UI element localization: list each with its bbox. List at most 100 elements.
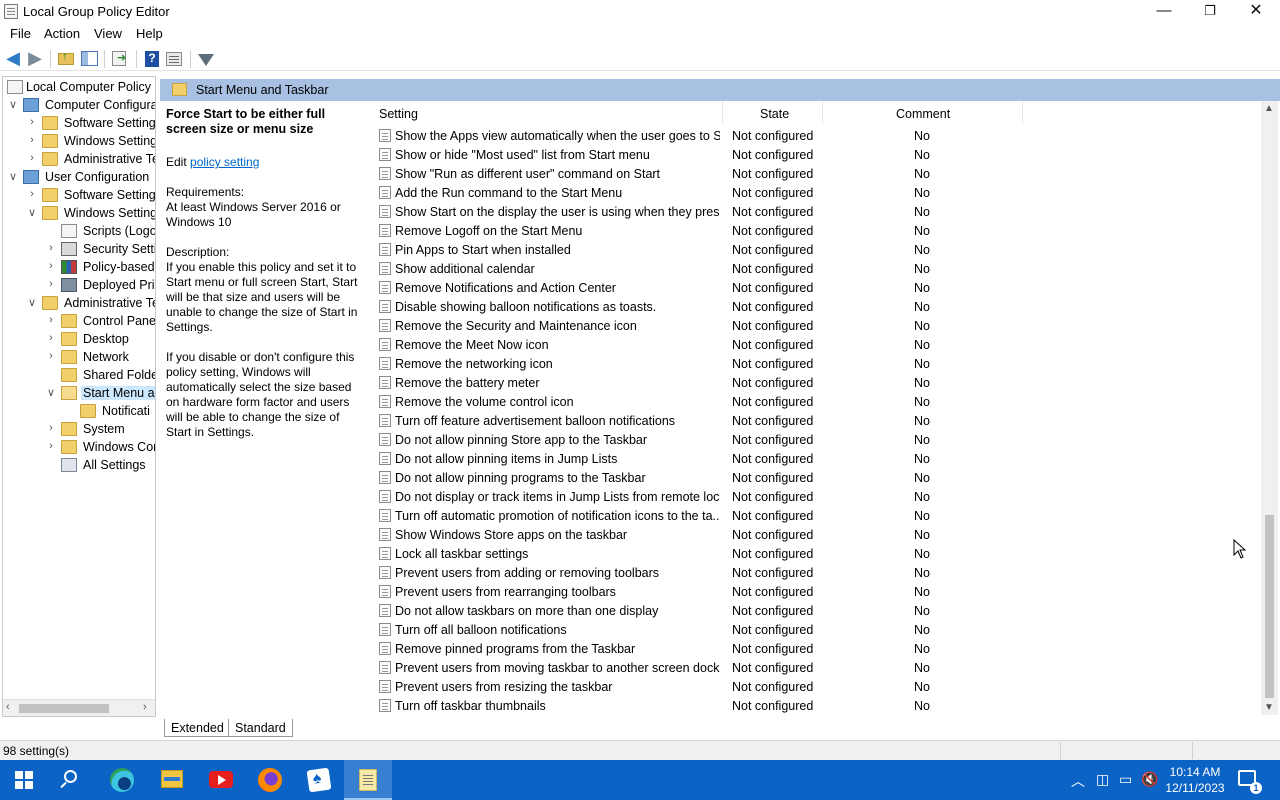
meet-now-icon[interactable]: ◫ <box>1096 771 1109 788</box>
table-row[interactable]: Remove Logoff on the Start Menu Not confi… <box>370 221 1270 240</box>
close-button[interactable]: ✕ <box>1233 0 1279 24</box>
maximize-button[interactable]: ❐ <box>1187 0 1233 24</box>
table-row[interactable]: Do not allow pinning Store app to the Ta… <box>370 430 1270 449</box>
table-row[interactable]: Show or hide "Most used" list from Start… <box>370 145 1270 164</box>
collapse-chevron-icon[interactable]: ∨ <box>27 296 37 309</box>
expand-chevron-icon[interactable]: › <box>46 278 56 290</box>
table-row[interactable]: Remove the Meet Now icon Not configured No <box>370 335 1270 354</box>
expand-chevron-icon[interactable]: › <box>46 314 56 326</box>
scrollbar-thumb[interactable] <box>1265 515 1274 698</box>
table-row[interactable]: Pin Apps to Start when installed Not conf… <box>370 240 1270 259</box>
table-row[interactable]: Prevent users from resizing the taskbar N… <box>370 677 1270 696</box>
table-row[interactable]: Do not display or track items in Jump Li… <box>370 487 1270 506</box>
expand-chevron-icon[interactable]: › <box>46 440 56 452</box>
column-state[interactable]: State <box>760 107 789 121</box>
expand-chevron-icon[interactable]: › <box>46 260 56 272</box>
minimize-button[interactable]: — <box>1141 0 1187 24</box>
scroll-down-icon[interactable]: ▼ <box>1264 702 1274 713</box>
table-row[interactable]: Remove the networking icon Not configured… <box>370 354 1270 373</box>
edge-taskbar-button[interactable] <box>98 760 146 800</box>
collapse-chevron-icon[interactable]: ∨ <box>46 386 56 399</box>
volume-muted-icon[interactable]: 🔇 <box>1141 771 1158 788</box>
solitaire-taskbar-button[interactable] <box>295 760 343 800</box>
clock[interactable]: 10:14 AM 12/11/2023 <box>1160 764 1230 796</box>
menu-view[interactable]: View <box>94 26 122 41</box>
table-row[interactable]: Prevent users from rearranging toolbars N… <box>370 582 1270 601</box>
table-row[interactable]: Do not allow taskbars on more than one d… <box>370 601 1270 620</box>
show-hidden-icons-chevron-icon[interactable]: ︿ <box>1071 771 1085 791</box>
table-row[interactable]: Show Windows Store apps on the taskbar No… <box>370 525 1270 544</box>
setting-state: Not configured <box>732 167 814 181</box>
table-row[interactable]: Show additional calendar Not configured No <box>370 259 1270 278</box>
expand-chevron-icon[interactable]: › <box>27 152 37 164</box>
settings-list[interactable]: Setting State Comment Show the Apps view… <box>370 101 1270 716</box>
table-row[interactable]: Show the Apps view automatically when th… <box>370 126 1270 145</box>
settings-vertical-scrollbar[interactable]: ▲ ▼ <box>1261 101 1278 715</box>
menu-action[interactable]: Action <box>44 26 80 41</box>
expand-chevron-icon[interactable]: › <box>27 188 37 200</box>
youtube-taskbar-button[interactable] <box>197 760 245 800</box>
collapse-chevron-icon[interactable]: ∨ <box>27 206 37 219</box>
setting-state: Not configured <box>732 623 814 637</box>
table-row[interactable]: Add the Run command to the Start Menu Not… <box>370 183 1270 202</box>
scrollbar-thumb[interactable] <box>19 704 109 713</box>
expand-chevron-icon[interactable]: › <box>27 134 37 146</box>
table-row[interactable]: Show Start on the display the user is us… <box>370 202 1270 221</box>
expand-chevron-icon[interactable]: › <box>46 332 56 344</box>
table-row[interactable]: Remove the volume control icon Not config… <box>370 392 1270 411</box>
group-policy-taskbar-button[interactable] <box>344 760 392 800</box>
edit-policy-setting-link[interactable]: policy setting <box>190 155 259 169</box>
tree-pane[interactable]: Local Computer Policy ∨ Computer Configura… <box>2 76 156 717</box>
table-row[interactable]: Remove the Security and Maintenance icon… <box>370 316 1270 335</box>
scroll-right-icon[interactable]: › <box>143 701 147 713</box>
collapse-chevron-icon[interactable]: ∨ <box>8 170 18 183</box>
table-row[interactable]: Turn off feature advertisement balloon n… <box>370 411 1270 430</box>
export-list-icon[interactable] <box>112 51 126 66</box>
tab-standard[interactable]: Standard <box>228 719 293 737</box>
table-row[interactable]: Turn off taskbar thumbnails Not configure… <box>370 696 1270 715</box>
table-row[interactable]: Turn off automatic promotion of notifica… <box>370 506 1270 525</box>
table-row[interactable]: Prevent users from moving taskbar to ano… <box>370 658 1270 677</box>
table-row[interactable]: Do not allow pinning programs to the Tas… <box>370 468 1270 487</box>
setting-name: Prevent users from adding or removing to… <box>395 566 660 580</box>
setting-state: Not configured <box>732 528 814 542</box>
column-divider[interactable] <box>1022 101 1023 123</box>
menu-file[interactable]: File <box>10 26 31 41</box>
table-row[interactable]: Do not allow pinning items in Jump Lists… <box>370 449 1270 468</box>
search-button[interactable] <box>48 760 96 800</box>
properties-icon[interactable] <box>166 52 182 66</box>
table-row[interactable]: Turn off all balloon notifications Not co… <box>370 620 1270 639</box>
table-row[interactable]: Remove Notifications and Action Center No… <box>370 278 1270 297</box>
network-icon[interactable]: ▭ <box>1119 771 1132 788</box>
up-one-level-icon[interactable] <box>58 49 74 65</box>
firefox-taskbar-button[interactable] <box>246 760 294 800</box>
start-button[interactable] <box>0 760 48 800</box>
tab-extended[interactable]: Extended <box>164 719 231 737</box>
collapse-chevron-icon[interactable]: ∨ <box>8 98 18 111</box>
table-row[interactable]: Remove pinned programs from the Taskbar N… <box>370 639 1270 658</box>
column-comment[interactable]: Comment <box>896 107 950 121</box>
expand-chevron-icon[interactable]: › <box>27 116 37 128</box>
show-hide-tree-icon[interactable] <box>81 51 98 66</box>
setting-name: Remove the Meet Now icon <box>395 338 549 352</box>
column-divider[interactable] <box>722 101 723 123</box>
back-arrow-icon[interactable]: ◀ <box>4 49 22 67</box>
column-divider[interactable] <box>822 101 823 123</box>
column-setting[interactable]: Setting <box>379 107 418 121</box>
file-explorer-taskbar-button[interactable] <box>148 760 196 800</box>
help-icon[interactable]: ? <box>145 51 159 67</box>
table-row[interactable]: Prevent users from adding or removing to… <box>370 563 1270 582</box>
table-row[interactable]: Show "Run as different user" command on … <box>370 164 1270 183</box>
table-row[interactable]: Remove the battery meter Not configured No <box>370 373 1270 392</box>
forward-arrow-icon[interactable]: ▶ <box>26 49 44 67</box>
table-row[interactable]: Disable showing balloon notifications as… <box>370 297 1270 316</box>
expand-chevron-icon[interactable]: › <box>46 242 56 254</box>
scroll-left-icon[interactable]: ‹ <box>6 701 10 713</box>
expand-chevron-icon[interactable]: › <box>46 350 56 362</box>
table-row[interactable]: Lock all taskbar settings Not configured N… <box>370 544 1270 563</box>
menu-help[interactable]: Help <box>136 26 163 41</box>
filter-icon[interactable] <box>198 54 214 66</box>
scroll-up-icon[interactable]: ▲ <box>1264 103 1274 114</box>
expand-chevron-icon[interactable]: › <box>46 422 56 434</box>
tree-horizontal-scrollbar[interactable]: ‹ › <box>3 699 155 716</box>
